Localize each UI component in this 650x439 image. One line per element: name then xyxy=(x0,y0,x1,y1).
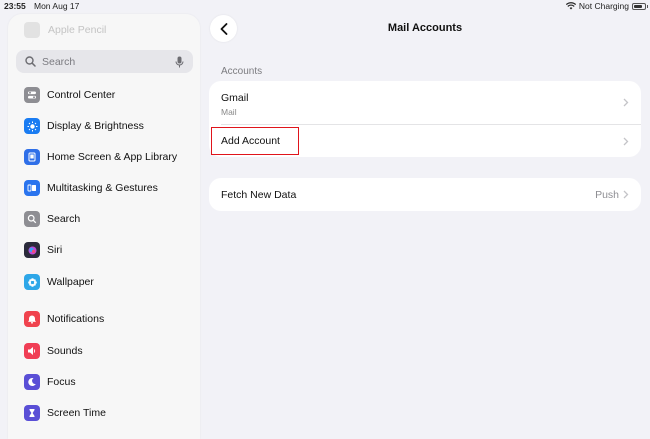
fetch-card: Fetch New Data Push xyxy=(209,178,641,211)
sun-icon xyxy=(24,118,40,134)
sidebar-item-label: Sounds xyxy=(47,345,83,357)
sidebar-item-multitasking[interactable]: Multitasking & Gestures xyxy=(24,179,158,197)
search-input[interactable]: Search xyxy=(16,50,193,73)
magnifier-icon xyxy=(24,211,40,227)
sidebar-item-notifications[interactable]: Notifications xyxy=(24,310,104,328)
battery-icon xyxy=(632,2,648,10)
sidebar-item-siri[interactable]: Siri xyxy=(24,241,62,259)
sidebar-item-label: Home Screen & App Library xyxy=(47,151,178,163)
search-placeholder: Search xyxy=(42,55,76,68)
chevron-right-icon xyxy=(623,190,629,199)
sidebar-item-label: Multitasking & Gestures xyxy=(47,182,158,194)
sidebar-item-sounds[interactable]: Sounds xyxy=(24,342,83,360)
chevron-right-icon xyxy=(623,98,629,107)
sidebar-item-label: Notifications xyxy=(47,313,105,325)
sidebar-item-control-center[interactable]: Control Center xyxy=(24,86,115,104)
moon-icon xyxy=(24,374,40,390)
page-title: Mail Accounts xyxy=(387,22,463,34)
flower-icon xyxy=(24,274,40,290)
sidebar-item-label: Control Center xyxy=(47,89,116,101)
sidebar-item-label: Display & Brightness xyxy=(47,120,144,132)
account-type: Mail xyxy=(221,107,237,117)
sidebar-item-screen-time[interactable]: Screen Time xyxy=(24,404,106,422)
fetch-new-data-row[interactable]: Fetch New Data Push xyxy=(209,178,641,211)
sidebar-item-search[interactable]: Search xyxy=(24,210,80,228)
status-bar: 23:55 Mon Aug 17 Not Charging xyxy=(0,0,650,12)
status-right: Not Charging xyxy=(565,1,648,11)
highlight-box xyxy=(211,127,299,155)
charging-status: Not Charging xyxy=(578,1,629,11)
search-icon xyxy=(25,56,36,67)
sidebar-item-home-screen[interactable]: Home Screen & App Library xyxy=(24,148,177,166)
speaker-icon xyxy=(24,343,40,359)
sidebar-item-focus[interactable]: Focus xyxy=(24,373,76,391)
status-time: 23:55 xyxy=(4,1,26,11)
section-header-accounts: Accounts xyxy=(221,66,263,77)
fetch-new-data-label: Fetch New Data xyxy=(221,189,297,201)
sidebar-item-label: Screen Time xyxy=(47,407,106,419)
sidebar-item-label: Wallpaper xyxy=(47,276,94,288)
multitasking-icon xyxy=(24,180,40,196)
sidebar-item-label: Siri xyxy=(47,244,63,256)
sidebar-item-label: Focus xyxy=(47,376,76,388)
sidebar-item-apple-pencil[interactable]: Apple Pencil xyxy=(24,22,106,38)
siri-icon xyxy=(24,242,40,258)
status-date: Mon Aug 17 xyxy=(34,1,80,11)
switches-icon xyxy=(24,87,40,103)
sidebar-item-label: Apple Pencil xyxy=(48,24,107,36)
hourglass-icon xyxy=(24,405,40,421)
sidebar-item-wallpaper[interactable]: Wallpaper xyxy=(24,273,94,291)
sidebar-item-label: Search xyxy=(47,213,81,225)
settings-sidebar: Apple Pencil Search Control Center Displ… xyxy=(8,14,200,439)
fetch-value: Push xyxy=(595,189,619,201)
bell-icon xyxy=(24,311,40,327)
wifi-icon xyxy=(565,2,576,10)
account-row-gmail[interactable]: Gmail Mail xyxy=(209,81,641,124)
sidebar-item-display-brightness[interactable]: Display & Brightness xyxy=(24,117,144,135)
pencil-icon xyxy=(24,22,40,38)
chevron-right-icon xyxy=(623,137,629,146)
account-name: Gmail xyxy=(221,92,249,104)
home-screen-icon xyxy=(24,149,40,165)
microphone-icon[interactable] xyxy=(175,56,184,68)
